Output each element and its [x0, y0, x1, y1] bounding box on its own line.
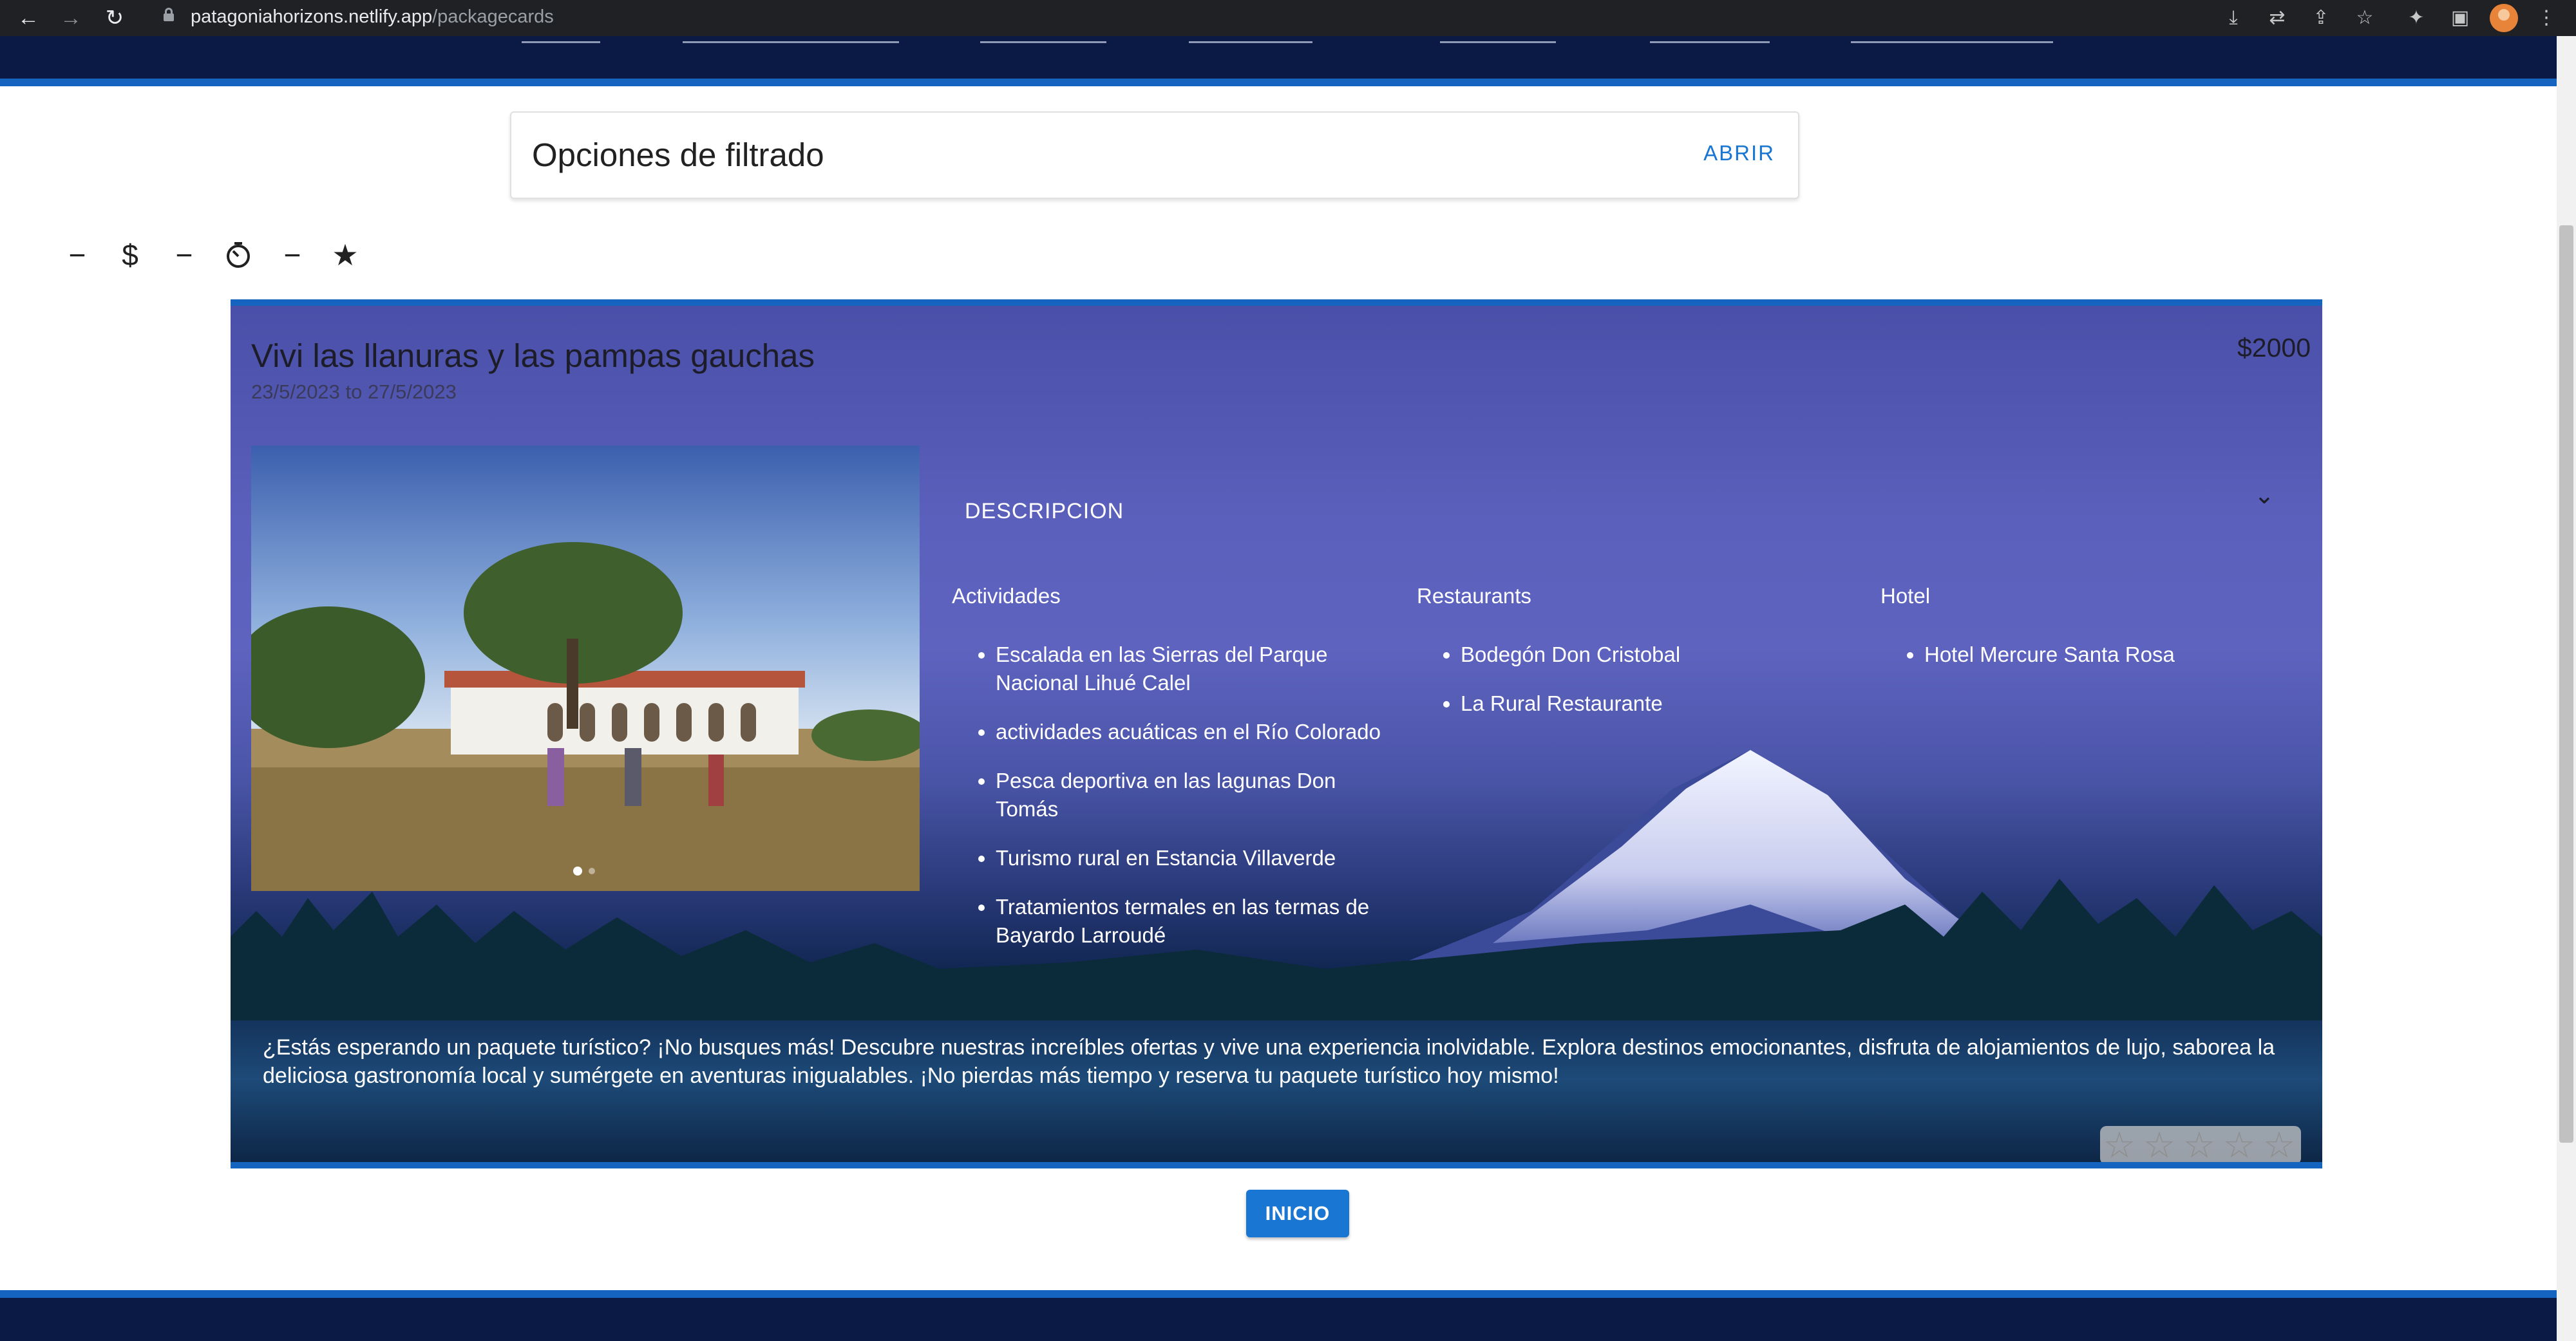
chevron-down-icon[interactable]: ⌄ [2254, 481, 2275, 510]
activities-title: Actividades [952, 584, 1061, 608]
activity-item: actividades acuáticas en el Río Colorado [996, 718, 1395, 746]
browser-toolbar: ← → ↻ patagoniahorizons.netlify.app/pack… [0, 0, 2576, 36]
reload-icon[interactable]: ↻ [100, 4, 129, 32]
activity-item: Escalada en las Sierras del Parque Nacio… [996, 641, 1395, 697]
url-path: /packagecards [432, 6, 554, 27]
hotel-title: Hotel [1880, 584, 1931, 608]
nav-link[interactable] [1650, 41, 1770, 43]
home-button[interactable]: INICIO [1246, 1190, 1349, 1237]
estancia-photo [251, 445, 920, 891]
rating-star-icon[interactable]: ☆ [2221, 1127, 2257, 1163]
url-host: patagoniahorizons.netlify.app [191, 6, 433, 27]
install-icon[interactable]: ⤓ [2219, 4, 2248, 32]
menu-kebab-icon[interactable]: ⋮ [2533, 4, 2559, 32]
timer-icon[interactable] [219, 236, 258, 274]
card-price: $2000 [2237, 333, 2311, 362]
lock-icon[interactable] [164, 8, 174, 21]
share-icon[interactable]: ⇪ [2307, 4, 2335, 32]
bookmark-star-icon[interactable]: ☆ [2351, 4, 2379, 32]
scrollbar-thumb[interactable] [2559, 225, 2573, 1143]
star-rating[interactable]: ☆ ☆ ☆ ☆ ☆ [2100, 1126, 2301, 1163]
sidebar-icon[interactable]: ▣ [2446, 4, 2474, 32]
footer-accent-line [0, 1290, 2557, 1298]
description-accordion[interactable]: DESCRIPCION [965, 499, 1124, 524]
minus-icon[interactable]: − [165, 236, 204, 274]
minus-icon[interactable]: − [273, 236, 312, 274]
restaurant-item: Bodegón Don Cristobal [1461, 641, 1860, 669]
translate-icon[interactable]: ⇄ [2263, 4, 2291, 32]
rating-star-icon[interactable]: ☆ [2141, 1127, 2177, 1163]
activity-item: Tratamientos termales en las termas de B… [996, 893, 1395, 950]
package-card: Vivi las llanuras y las pampas gauchas 2… [231, 299, 2322, 1168]
page-footer [0, 1298, 2557, 1341]
nav-link[interactable] [1851, 41, 2053, 43]
nav-link[interactable] [683, 41, 899, 43]
minus-icon[interactable]: − [58, 236, 97, 274]
nav-link[interactable] [1440, 41, 1556, 43]
card-dates: 23/5/2023 to 27/5/2023 [251, 380, 457, 403]
extensions-icon[interactable]: ✦ [2402, 4, 2430, 32]
nav-link[interactable] [980, 41, 1106, 43]
filter-panel[interactable]: Opciones de filtrado ABRIR [510, 111, 1799, 199]
restaurant-item: La Rural Restaurante [1461, 689, 1860, 718]
activity-item: Pesca deportiva en las lagunas Don Tomás [996, 767, 1395, 823]
restaurants-title: Restaurants [1417, 584, 1531, 608]
filter-title: Opciones de filtrado [532, 136, 824, 173]
rating-star-icon[interactable]: ☆ [2181, 1127, 2217, 1163]
url-text[interactable]: patagoniahorizons.netlify.app/packagecar… [191, 4, 554, 30]
star-icon[interactable]: ★ [326, 236, 365, 274]
promo-text: ¿Estás esperando un paquete turístico? ¡… [263, 1035, 2275, 1088]
card-title: Vivi las llanuras y las pampas gauchas [251, 337, 815, 374]
filter-open-button[interactable]: ABRIR [1703, 141, 1775, 165]
app-navbar [0, 36, 2557, 81]
forward-icon[interactable]: → [57, 4, 85, 32]
restaurants-list: Bodegón Don Cristobal La Rural Restauran… [1417, 641, 1860, 738]
hotel-list: Hotel Mercure Santa Rosa [1880, 641, 2322, 689]
rating-star-icon[interactable]: ☆ [2101, 1127, 2137, 1163]
back-icon[interactable]: ← [14, 4, 43, 32]
nav-link[interactable] [1189, 41, 1312, 43]
dollar-icon[interactable]: $ [111, 236, 149, 274]
activity-item: Turismo rural en Estancia Villaverde [996, 844, 1395, 872]
navbar-accent-line [0, 79, 2557, 86]
carousel-dot[interactable] [589, 868, 595, 874]
nav-link[interactable] [522, 41, 600, 43]
activities-list: Escalada en las Sierras del Parque Nacio… [952, 641, 1395, 970]
package-photo-carousel[interactable] [251, 445, 920, 891]
rating-star-icon[interactable]: ☆ [2261, 1127, 2297, 1163]
carousel-dot-active[interactable] [573, 867, 582, 876]
hotel-item: Hotel Mercure Santa Rosa [1924, 641, 2322, 669]
profile-avatar[interactable] [2490, 4, 2518, 32]
